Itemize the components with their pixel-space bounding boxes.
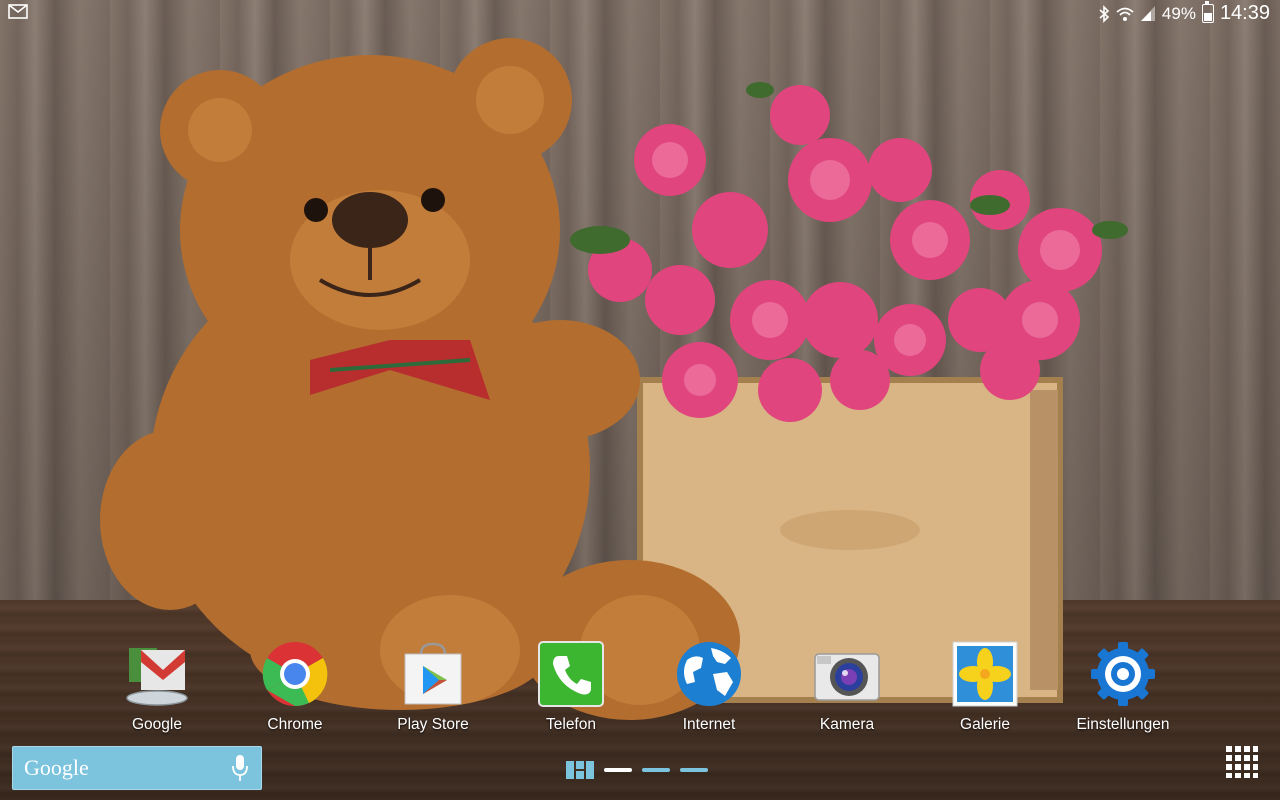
gallery-icon	[951, 640, 1019, 708]
app-google[interactable]: Google	[87, 636, 227, 734]
app-label: Play Store	[397, 716, 469, 733]
google-folder-icon	[123, 640, 191, 708]
app-label: Internet	[682, 716, 736, 733]
home-dock: Google Chrome Play Store Telefon Interne…	[0, 636, 1280, 736]
battery-level-fill	[1203, 12, 1212, 21]
signal-bars-icon	[1140, 6, 1155, 21]
app-play-store[interactable]: Play Store	[363, 636, 503, 734]
status-bar: 49% 14:39	[0, 0, 1280, 26]
chrome-icon	[261, 640, 329, 708]
wifi-icon	[1116, 7, 1134, 21]
app-label: Telefon	[546, 716, 596, 733]
app-einstellungen[interactable]: Einstellungen	[1053, 636, 1193, 734]
notification-area[interactable]	[8, 4, 28, 24]
page-dot-1[interactable]	[604, 768, 632, 772]
google-search-bar[interactable]: Google	[12, 746, 262, 790]
microphone-icon[interactable]	[232, 754, 248, 782]
app-kamera[interactable]: Kamera	[777, 636, 917, 734]
internet-globe-icon	[675, 640, 743, 708]
page-indicator	[566, 760, 708, 780]
page-dot-2[interactable]	[642, 768, 670, 772]
battery-icon	[1201, 1, 1214, 23]
app-internet[interactable]: Internet	[639, 636, 779, 734]
battery-percent: 49%	[1161, 3, 1196, 23]
gmail-envelope-icon	[8, 4, 28, 19]
clock: 14:39	[1219, 2, 1270, 24]
settings-gear-icon	[1089, 640, 1157, 708]
app-label: Kamera	[819, 716, 875, 733]
camera-icon	[813, 640, 881, 708]
bluetooth-icon	[1099, 4, 1110, 23]
phone-icon	[537, 640, 605, 708]
app-telefon[interactable]: Telefon	[501, 636, 641, 734]
page-dot-3[interactable]	[680, 768, 708, 772]
app-label: Galerie	[960, 716, 1010, 733]
app-galerie[interactable]: Galerie	[915, 636, 1055, 734]
app-grid-icon[interactable]	[1226, 746, 1258, 778]
status-icons[interactable]: 49% 14:39	[1098, 1, 1270, 25]
app-chrome[interactable]: Chrome	[225, 636, 365, 734]
app-label: Google	[132, 716, 182, 733]
home-screens-icon[interactable]	[566, 761, 594, 779]
google-logo: Google	[24, 755, 89, 780]
app-label: Chrome	[267, 716, 323, 733]
play-store-icon	[399, 640, 467, 708]
app-label: Einstellungen	[1076, 716, 1170, 733]
